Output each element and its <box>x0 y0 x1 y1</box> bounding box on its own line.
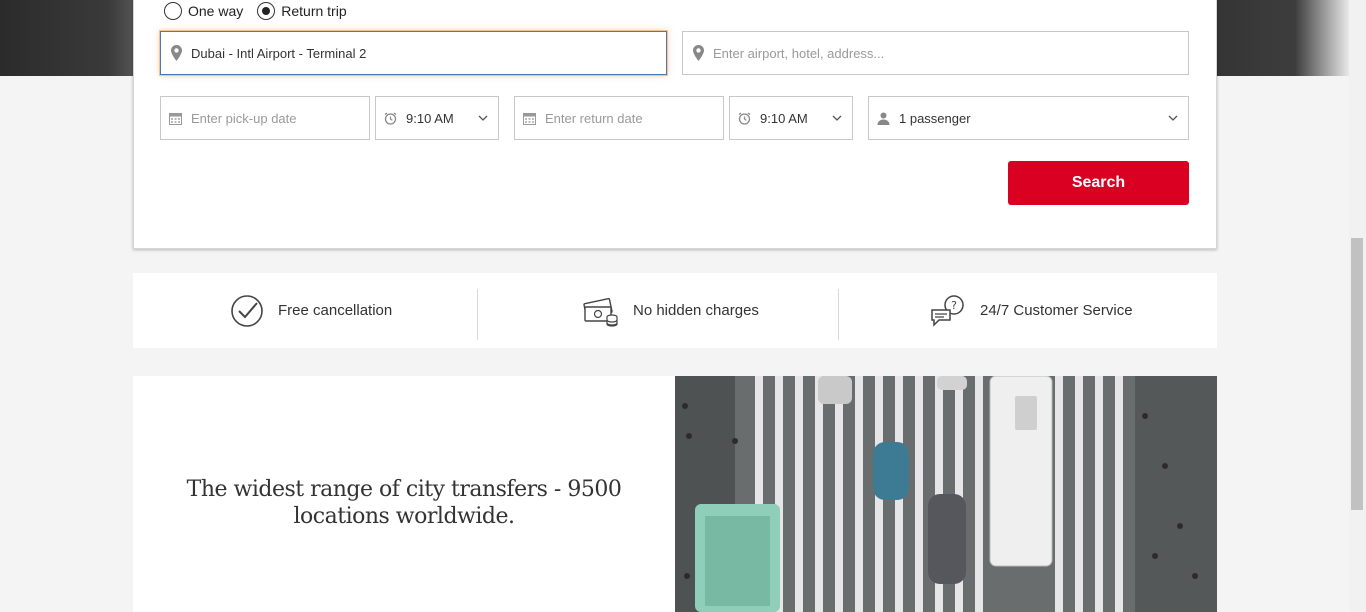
feature-no-hidden-charges: No hidden charges <box>583 273 759 348</box>
chat-question-icon: ? <box>931 294 964 327</box>
trip-type-selector: One way Return trip <box>164 0 355 22</box>
location-pin-icon <box>171 45 182 61</box>
svg-text:?: ? <box>951 299 957 312</box>
promo-panel: The widest range of city transfers - 950… <box>133 376 675 612</box>
pickup-time-value: 9:10 AM <box>406 110 454 126</box>
return-time-value: 9:10 AM <box>760 110 808 126</box>
pickup-date-placeholder: Enter pick-up date <box>191 110 297 126</box>
alarm-clock-icon <box>738 111 751 125</box>
pickup-time-select[interactable]: 9:10 AM <box>375 96 499 140</box>
dropoff-location-placeholder: Enter airport, hotel, address... <box>713 45 885 61</box>
radio-selected-dot <box>262 7 271 15</box>
calendar-icon <box>169 112 182 125</box>
promo-headline: The widest range of city transfers - 950… <box>186 477 622 529</box>
person-icon <box>877 112 890 125</box>
feature-label: Free cancellation <box>278 302 393 319</box>
aerial-traffic-illustration <box>675 376 1217 612</box>
pickup-date-input[interactable]: Enter pick-up date <box>160 96 370 140</box>
scrollbar-thumb[interactable] <box>1351 238 1363 510</box>
page-scrollbar[interactable] <box>1349 0 1366 612</box>
feature-label: 24/7 Customer Service <box>980 302 1133 319</box>
checkmark-circle-icon <box>231 294 263 327</box>
return-date-input[interactable]: Enter return date <box>514 96 724 140</box>
one-way-radio[interactable] <box>164 2 182 20</box>
divider <box>838 289 839 340</box>
features-bar: Free cancellation No hidden charges ? 24… <box>133 273 1217 348</box>
chevron-down-icon <box>832 115 842 121</box>
return-trip-label[interactable]: Return trip <box>281 3 346 19</box>
alarm-clock-icon <box>384 111 397 125</box>
feature-free-cancellation: Free cancellation <box>230 273 392 348</box>
return-trip-radio[interactable] <box>257 2 276 20</box>
one-way-label[interactable]: One way <box>188 3 243 19</box>
return-time-select[interactable]: 9:10 AM <box>729 96 853 140</box>
location-pin-icon <box>693 45 704 61</box>
chevron-down-icon <box>1168 115 1178 121</box>
divider <box>477 289 478 340</box>
pickup-location-input[interactable]: Dubai - Intl Airport - Terminal 2 <box>160 31 667 75</box>
feature-customer-service: ? 24/7 Customer Service <box>930 273 1133 348</box>
chevron-down-icon <box>478 115 488 121</box>
search-button[interactable]: Search <box>1008 161 1189 205</box>
feature-label: No hidden charges <box>633 302 759 319</box>
dropoff-location-input[interactable]: Enter airport, hotel, address... <box>682 31 1189 75</box>
pickup-location-value: Dubai - Intl Airport - Terminal 2 <box>191 45 367 61</box>
calendar-icon <box>523 112 536 125</box>
passengers-select[interactable]: 1 passenger <box>868 96 1189 140</box>
city-street-photo <box>675 376 1217 612</box>
money-icon <box>583 297 618 327</box>
passengers-value: 1 passenger <box>899 110 971 126</box>
return-date-placeholder: Enter return date <box>545 110 643 126</box>
